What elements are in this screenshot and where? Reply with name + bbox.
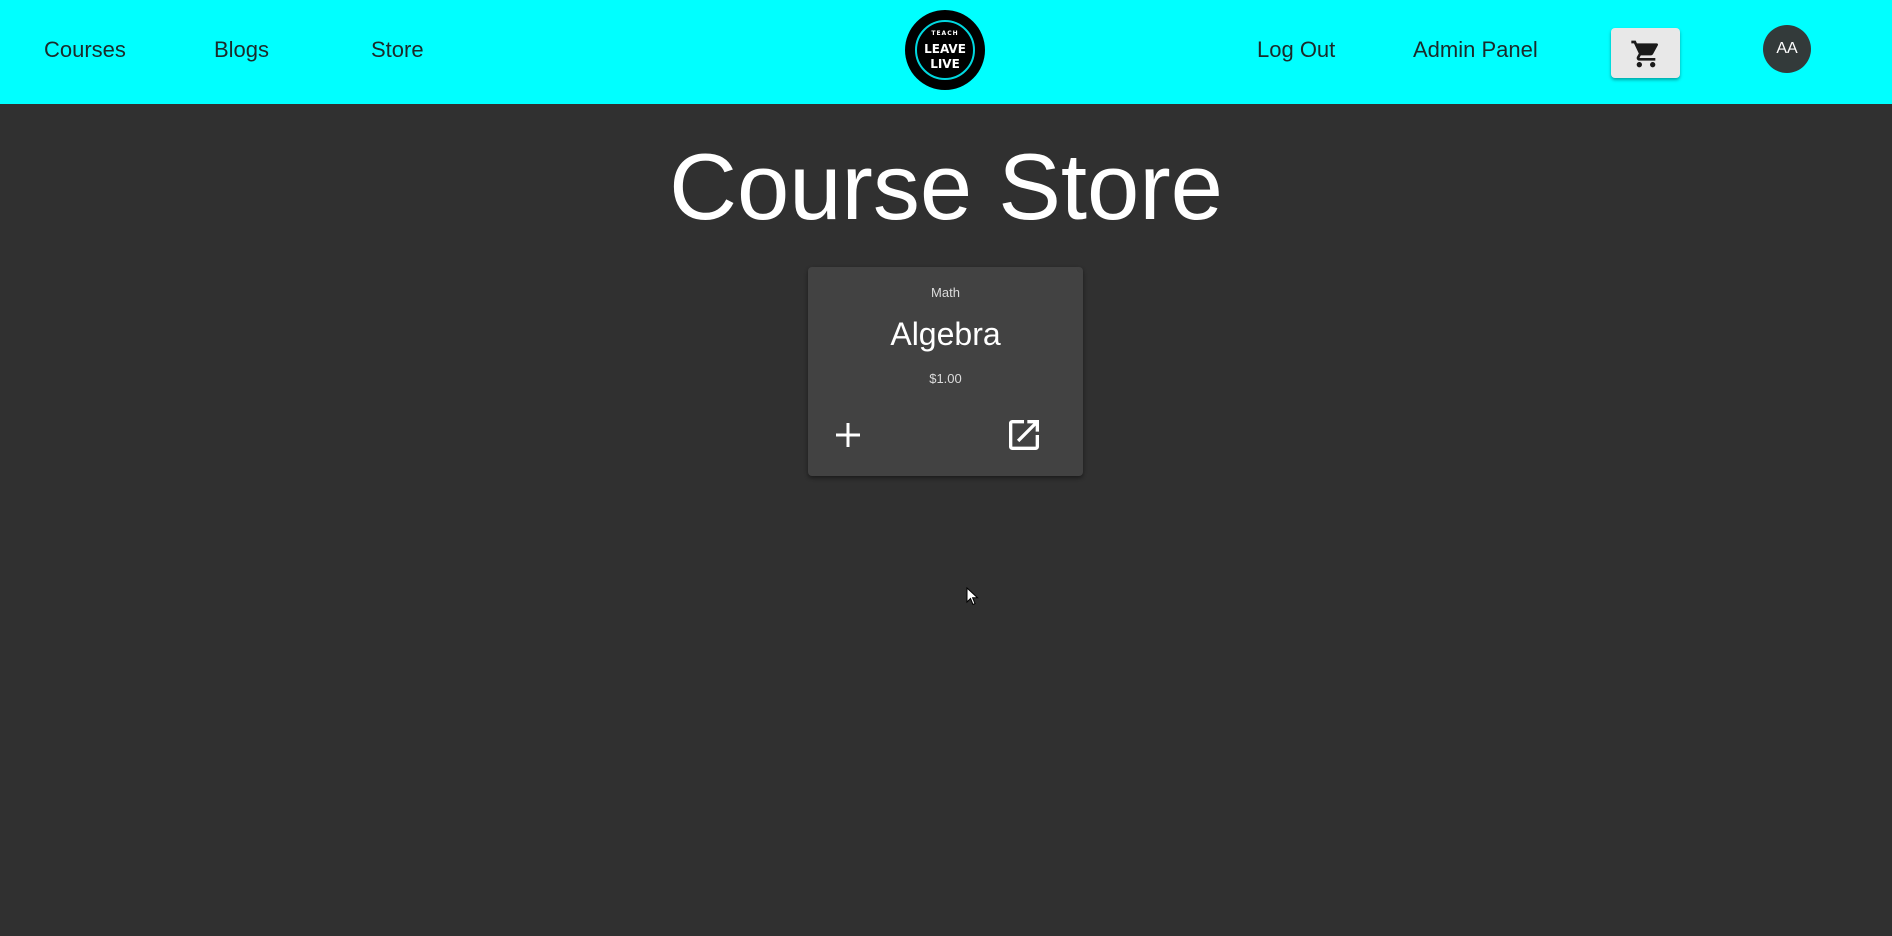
nav-link-logout[interactable]: Log Out — [1257, 36, 1335, 64]
cart-button[interactable] — [1611, 28, 1680, 78]
page-title: Course Store — [669, 134, 1223, 239]
site-logo[interactable]: TEACH LEAVE LIVE — [905, 10, 985, 90]
course-price: $1.00 — [929, 371, 962, 386]
nav-link-courses[interactable]: Courses — [44, 36, 126, 64]
course-category: Math — [931, 285, 960, 300]
logo-text-live: LIVE — [930, 57, 960, 71]
nav-link-admin-panel[interactable]: Admin Panel — [1413, 36, 1538, 64]
course-title: Algebra — [890, 316, 1001, 352]
logo-text-leave: LEAVE — [924, 42, 966, 56]
shopping-cart-icon — [1631, 40, 1659, 68]
nav-link-blogs[interactable]: Blogs — [214, 36, 269, 64]
top-navigation-bar: Courses Blogs Store TEACH LEAVE LIVE Log… — [0, 0, 1892, 104]
open-in-new-icon — [1009, 420, 1039, 450]
course-card: Math Algebra $1.00 — [808, 267, 1083, 476]
open-course-button[interactable] — [1004, 415, 1044, 455]
nav-link-store[interactable]: Store — [371, 36, 424, 64]
add-to-cart-button[interactable] — [828, 415, 868, 455]
user-avatar[interactable]: AA — [1763, 25, 1811, 73]
logo-text-teach: TEACH — [931, 30, 959, 37]
mouse-cursor-icon — [966, 587, 979, 606]
plus-icon — [836, 423, 860, 447]
